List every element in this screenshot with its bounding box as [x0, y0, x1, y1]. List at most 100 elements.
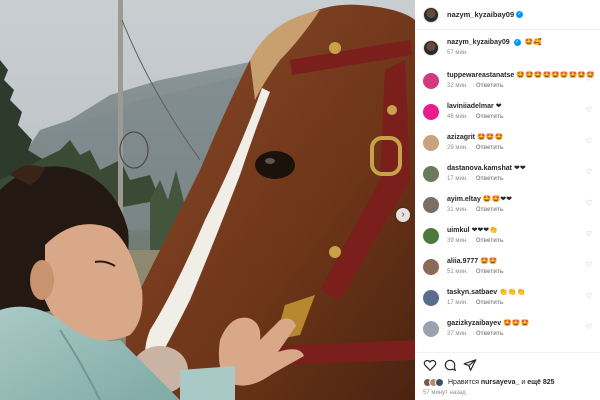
comment-item: taskyn.satbaev 👏👏👏 17 мин. Ответить ♡ — [415, 286, 600, 316]
caption-username[interactable]: nazym_kyzaibay09 — [447, 39, 510, 46]
comment-item: tuppewareastanatse 🤩🤩🤩🤩🤩🤩🤩🤩🤩 32 мин. Ответи… — [415, 69, 600, 99]
next-photo-button[interactable]: › — [396, 208, 410, 222]
post-actions — [415, 352, 600, 372]
comment-line: taskyn.satbaev 👏👏👏 — [447, 288, 597, 296]
comment-username[interactable]: uimkul — [447, 227, 470, 234]
reply-button[interactable]: Ответить — [476, 114, 504, 120]
comment-like-heart-icon[interactable]: ♡ — [586, 261, 592, 269]
commenter-avatar[interactable] — [423, 321, 439, 337]
comment-item: aliia.9777 🤩🤩 51 мин. Ответить ♡ — [415, 255, 600, 285]
reply-button[interactable]: Ответить — [476, 300, 504, 306]
commenter-avatar[interactable] — [423, 290, 439, 306]
comment-like-heart-icon[interactable]: ♡ — [586, 199, 592, 207]
comment-meta: 46 мин. Ответить — [447, 114, 504, 120]
comment-icon[interactable] — [443, 358, 457, 372]
comment-time: 32 мин. — [447, 83, 468, 89]
comment-like-heart-icon[interactable]: ♡ — [586, 137, 592, 145]
comment-like-heart-icon[interactable]: ♡ — [586, 230, 592, 238]
photo-illustration — [0, 0, 415, 400]
comment-line: dastanova.kamshat ❤❤ — [447, 164, 597, 172]
comment-text: 🤩🤩🤩 — [477, 134, 504, 141]
comment-like-heart-icon[interactable]: ♡ — [586, 75, 592, 83]
comment-time: 46 мин. — [447, 114, 468, 120]
likes-suffix: и — [521, 378, 526, 386]
comment-username[interactable]: laviniiadelmar — [447, 103, 494, 110]
verified-badge-icon: ✓ — [516, 11, 524, 18]
likes-summary[interactable]: Нравится nursayeva_ и ещё 825 — [423, 376, 555, 388]
comment-text: 🤩🤩🤩 — [503, 320, 530, 327]
commenter-avatar[interactable] — [423, 135, 439, 151]
caption-text: 🤩🥰 — [524, 39, 542, 46]
comment-line: aliia.9777 🤩🤩 — [447, 257, 597, 265]
comment-text: 🤩🤩❤❤ — [482, 196, 513, 203]
comment-item: uimkul ❤❤❤👏 39 мин. Ответить ♡ — [415, 224, 600, 254]
post-time-ago: 57 минут назад — [423, 390, 466, 396]
comment-username[interactable]: ayim.eltay — [447, 196, 481, 203]
comment-like-heart-icon[interactable]: ♡ — [586, 168, 592, 176]
reply-button[interactable]: Ответить — [476, 331, 504, 337]
reply-button[interactable]: Ответить — [476, 269, 504, 275]
reply-button[interactable]: Ответить — [476, 207, 504, 213]
comment-line: tuppewareastanatse 🤩🤩🤩🤩🤩🤩🤩🤩🤩 — [447, 71, 597, 79]
comment-item: laviniiadelmar ❤ 46 мин. Ответить ♡ — [415, 100, 600, 130]
likes-count[interactable]: ещё 825 — [527, 379, 554, 386]
comment-item: azizagrit 🤩🤩🤩 29 мин. Ответить ♡ — [415, 131, 600, 161]
comment-meta: 39 мин. Ответить — [447, 238, 504, 244]
commenter-avatar[interactable] — [423, 259, 439, 275]
owner-avatar[interactable] — [423, 6, 439, 23]
comment-like-heart-icon[interactable]: ♡ — [586, 323, 592, 331]
comment-time: 17 мин. — [447, 300, 468, 306]
comment-time: 31 мин. — [447, 207, 468, 213]
comment-like-heart-icon[interactable]: ♡ — [586, 106, 592, 114]
commenter-avatar[interactable] — [423, 104, 439, 120]
caption-time: 57 мин. — [447, 50, 468, 56]
comment-time: 29 мин. — [447, 145, 468, 151]
comment-text: ❤❤❤👏 — [471, 227, 498, 234]
comments-list[interactable]: nazym_kyzaibay09 ✓ 🤩🥰 57 мин. tuppewarea… — [415, 36, 600, 350]
comment-meta: 17 мин. Ответить — [447, 176, 504, 182]
comment-meta: 51 мин. Ответить — [447, 269, 504, 275]
comment-time: 17 мин. — [447, 176, 468, 182]
reply-button[interactable]: Ответить — [476, 238, 504, 244]
comment-time: 37 мин. — [447, 331, 468, 337]
comment-username[interactable]: aliia.9777 — [447, 258, 478, 265]
post-header: nazym_kyzaibay09 ✓ — [415, 0, 600, 30]
comment-username[interactable]: azizagrit — [447, 134, 475, 141]
comment-username[interactable]: dastanova.kamshat — [447, 165, 512, 172]
comment-line: laviniiadelmar ❤ — [447, 102, 597, 110]
post-sidebar: nazym_kyzaibay09 ✓ nazym_kyzaibay09 ✓ 🤩🥰… — [415, 0, 600, 400]
owner-username[interactable]: nazym_kyzaibay09 — [447, 10, 514, 19]
comment-line: uimkul ❤❤❤👏 — [447, 226, 597, 234]
comment-meta: 32 мин. Ответить — [447, 83, 504, 89]
likes-text: Нравится nursayeva_ и ещё 825 — [448, 379, 555, 386]
comment-text: ❤❤ — [513, 165, 526, 172]
comment-username[interactable]: tuppewareastanatse — [447, 72, 514, 79]
comment-text: ❤ — [495, 103, 502, 110]
commenter-avatar[interactable] — [423, 73, 439, 89]
heart-icon[interactable] — [423, 358, 437, 372]
commenter-avatar[interactable] — [423, 166, 439, 182]
comment-line: ayim.eltay 🤩🤩❤❤ — [447, 195, 597, 203]
reply-button[interactable]: Ответить — [476, 176, 504, 182]
comment-username[interactable]: gazizkyzaibayev — [447, 320, 501, 327]
comment-time: 39 мин. — [447, 238, 468, 244]
reply-button[interactable]: Ответить — [476, 145, 504, 151]
comment-text: 🤩🤩🤩🤩🤩🤩🤩🤩🤩 — [516, 72, 595, 79]
share-icon[interactable] — [463, 358, 477, 372]
commenter-avatar[interactable] — [423, 228, 439, 244]
comment-time: 51 мин. — [447, 269, 468, 275]
post-photo[interactable]: › — [0, 0, 415, 400]
caption-item: nazym_kyzaibay09 ✓ 🤩🥰 57 мин. — [415, 36, 600, 66]
likes-user[interactable]: nursayeva_ — [481, 379, 520, 386]
comment-meta: 29 мин. Ответить — [447, 145, 504, 151]
comment-username[interactable]: taskyn.satbaev — [447, 289, 497, 296]
comment-item: dastanova.kamshat ❤❤ 17 мин. Ответить ♡ — [415, 162, 600, 192]
caption-avatar[interactable] — [423, 40, 439, 56]
comment-meta: 31 мин. Ответить — [447, 207, 504, 213]
comment-like-heart-icon[interactable]: ♡ — [586, 292, 592, 300]
comment-meta: 37 мин. Ответить — [447, 331, 504, 337]
comment-line: azizagrit 🤩🤩🤩 — [447, 133, 597, 141]
commenter-avatar[interactable] — [423, 197, 439, 213]
reply-button[interactable]: Ответить — [476, 83, 504, 89]
liker-avatar — [435, 377, 444, 387]
